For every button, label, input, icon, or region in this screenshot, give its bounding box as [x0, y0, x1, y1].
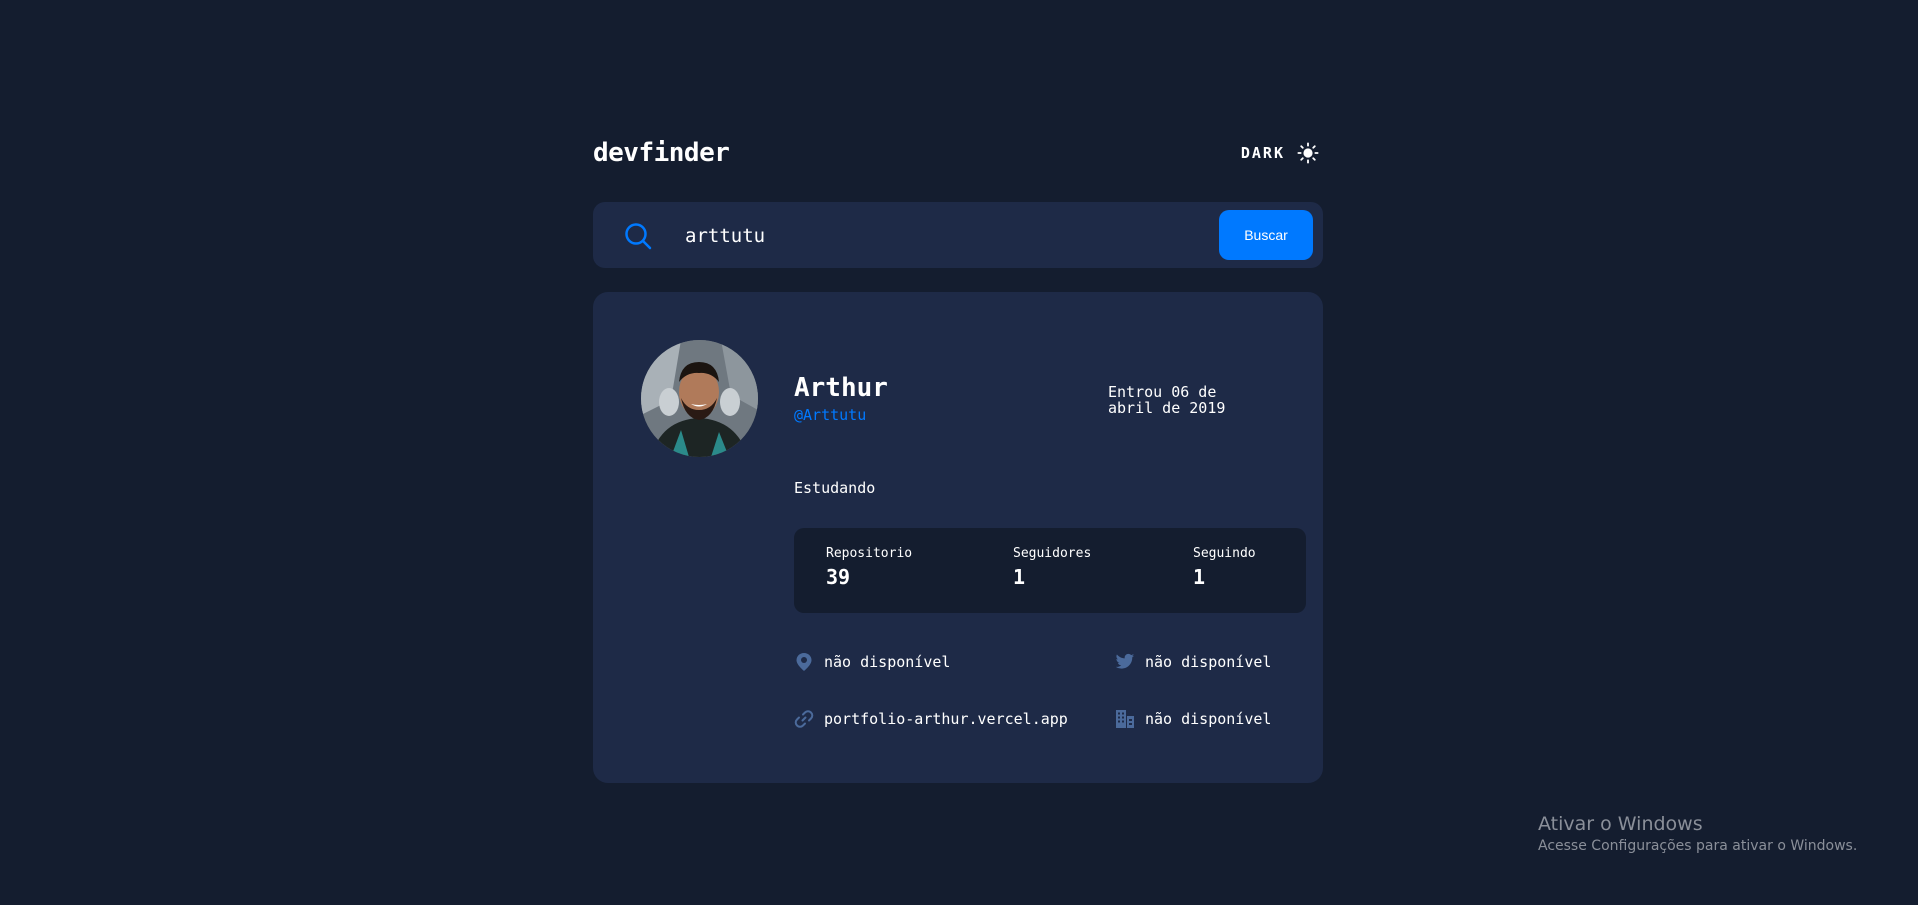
joined-date: Entrou 06 de abril de 2019: [1108, 383, 1226, 417]
logo: devfinder: [593, 138, 730, 168]
stat-followers: Seguidores 1: [1013, 546, 1091, 589]
twitter-row: não disponível: [1115, 652, 1271, 672]
watermark-title: Ativar o Windows: [1538, 813, 1703, 835]
search-button[interactable]: Buscar: [1219, 210, 1313, 260]
profile-card: Arthur @Arttutu Entrou 06 de abril de 20…: [593, 292, 1323, 783]
sun-icon[interactable]: [1297, 142, 1319, 164]
search-bar: Buscar: [593, 202, 1323, 268]
app-container: devfinder DARK arttutu Buscar Arthur @Ar…: [593, 130, 1323, 783]
top-bar: devfinder DARK: [593, 130, 1323, 178]
stat-label: Repositorio: [826, 546, 913, 561]
theme-toggle[interactable]: DARK: [1241, 142, 1319, 164]
link-icon: [794, 710, 814, 728]
stat-label: Seguindo: [1193, 546, 1256, 561]
stat-value: 39: [826, 565, 851, 589]
company-row: não disponível: [1115, 709, 1271, 729]
location-pin-icon: [796, 653, 812, 671]
avatar: [641, 340, 758, 457]
company-building-icon: [1116, 710, 1134, 728]
blog-row: portfolio-arthur.vercel.app: [794, 709, 1068, 729]
blog-link[interactable]: portfolio-arthur.vercel.app: [824, 710, 1068, 728]
stat-label: Seguidores: [1013, 546, 1092, 561]
profile-login[interactable]: @Arttutu: [794, 406, 866, 424]
search-input[interactable]: [683, 218, 1167, 254]
stat-value: 1: [1193, 565, 1206, 589]
location-text: não disponível: [824, 653, 951, 671]
stats-panel: Repositorio 39 Seguidores 1 Seguindo 1: [794, 528, 1306, 613]
theme-label[interactable]: DARK: [1241, 144, 1285, 162]
stat-following: Seguindo 1: [1193, 546, 1256, 589]
profile-bio: Estudando: [794, 479, 876, 497]
windows-activation-watermark: Ativar o Windows Acesse Configurações pa…: [1538, 813, 1857, 854]
avatar-image: [641, 340, 758, 457]
watermark-subtitle: Acesse Configurações para ativar o Windo…: [1538, 838, 1858, 854]
stat-repos: Repositorio 39: [826, 546, 912, 589]
twitter-text: não disponível: [1145, 653, 1272, 671]
location-row: não disponível: [794, 652, 950, 672]
profile-name: Arthur: [794, 373, 888, 403]
twitter-icon: [1115, 653, 1135, 669]
search-icon: [625, 223, 652, 250]
company-text: não disponível: [1145, 710, 1272, 728]
stat-value: 1: [1013, 565, 1026, 589]
